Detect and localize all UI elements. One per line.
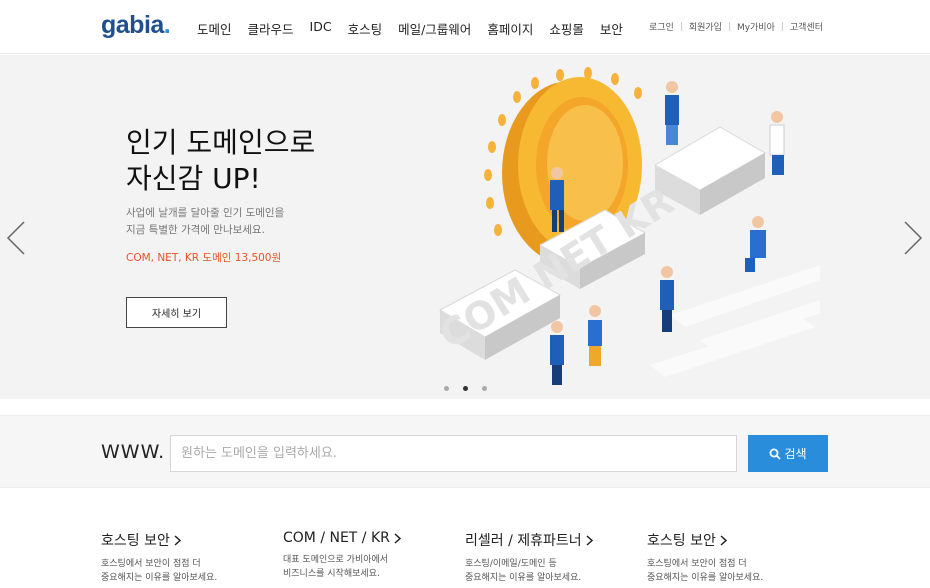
feature-card-desc-line: 중요해지는 이유를 알아보세요. — [647, 573, 764, 583]
my-gabia-link[interactable]: My가비아 — [737, 20, 775, 33]
next-slide-arrow-icon[interactable] — [902, 220, 924, 256]
feature-card-desc-line: 호스팅에서 보안이 점점 더 — [101, 559, 201, 569]
chevron-right-icon — [394, 532, 401, 544]
utility-nav: 로그인 회원가입 My가비아 고객센터 — [649, 20, 823, 33]
feature-card-desc: 호스팅/이메일/도메인 등 중요해지는 이유를 알아보세요. — [465, 557, 593, 585]
feature-card-title-text: 호스팅 보안 — [647, 533, 716, 549]
nav-security[interactable]: 보안 — [600, 19, 623, 38]
feature-card[interactable]: 호스팅 보안 호스팅에서 보안이 점점 더 중요해지는 이유를 알아보세요. — [101, 530, 217, 585]
feature-card-title[interactable]: COM / NET / KR — [283, 530, 401, 546]
search-button[interactable]: 검색 — [748, 435, 828, 472]
feature-card-desc-line: 대표 도메인으로 가비아에서 — [283, 555, 389, 565]
feature-card[interactable]: COM / NET / KR 대표 도메인으로 가비아에서 비즈니스를 시작해보… — [283, 530, 401, 581]
hero-title-line: 자신감 UP! — [126, 162, 261, 195]
feature-card-desc-line: 중요해지는 이유를 알아보세요. — [465, 573, 582, 583]
chevron-right-icon — [720, 534, 727, 546]
domain-search-band: WWW. 검색 — [0, 415, 930, 488]
hero-promo-text: COM, NET, KR 도메인 13,500원 — [126, 252, 282, 264]
hero-banner: 인기 도메인으로 자신감 UP! 사업에 날개를 달아줄 인기 도메인을 지금 … — [0, 55, 930, 399]
util-divider — [680, 22, 682, 31]
feature-card-title-text: COM / NET / KR — [283, 530, 390, 546]
feature-card-title[interactable]: 호스팅 보안 — [101, 530, 217, 550]
feature-card-desc-line: 호스팅에서 보안이 점점 더 — [647, 559, 747, 569]
search-icon — [769, 448, 782, 460]
login-link[interactable]: 로그인 — [649, 20, 674, 33]
slide-indicators — [444, 386, 487, 391]
search-button-label: 검색 — [784, 447, 807, 461]
nav-hosting[interactable]: 호스팅 — [348, 19, 383, 38]
domain-illustration: COM NET KR — [431, 67, 820, 385]
main-nav: 도메인 클라우드 IDC 호스팅 메일/그룹웨어 홈페이지 쇼핑몰 보안 — [197, 19, 639, 38]
gabia-logo[interactable]: gabia. — [101, 11, 171, 40]
chevron-right-icon — [174, 534, 181, 546]
hero-desc-line: 사업에 날개를 달아줄 인기 도메인을 — [126, 207, 285, 219]
feature-card-title[interactable]: 리셀러 / 제휴파트너 — [465, 530, 593, 550]
feature-card-desc: 호스팅에서 보안이 점점 더 중요해지는 이유를 알아보세요. — [647, 557, 763, 585]
domain-search-input[interactable] — [170, 435, 737, 472]
util-divider — [781, 22, 783, 31]
hero-description: 사업에 날개를 달아줄 인기 도메인을 지금 특별한 가격에 만나보세요. — [126, 205, 284, 239]
feature-card-title[interactable]: 호스팅 보안 — [647, 530, 763, 550]
slide-indicator-1[interactable] — [444, 386, 449, 391]
chevron-right-icon — [586, 534, 593, 546]
nav-domain[interactable]: 도메인 — [197, 19, 232, 38]
nav-shoppingmall[interactable]: 쇼핑몰 — [549, 19, 584, 38]
hero-title: 인기 도메인으로 자신감 UP! — [126, 125, 315, 197]
nav-idc[interactable]: IDC — [310, 19, 332, 38]
slide-indicator-2[interactable] — [463, 386, 468, 391]
nav-cloud[interactable]: 클라우드 — [248, 19, 294, 38]
feature-card-desc: 호스팅에서 보안이 점점 더 중요해지는 이유를 알아보세요. — [101, 557, 217, 585]
customer-center-link[interactable]: 고객센터 — [790, 20, 823, 33]
feature-card-desc-line: 비즈니스를 시작해보세요. — [283, 569, 380, 579]
feature-card-title-text: 호스팅 보안 — [101, 533, 170, 549]
signup-link[interactable]: 회원가입 — [689, 20, 722, 33]
nav-mail-groupware[interactable]: 메일/그룹웨어 — [398, 19, 471, 38]
util-divider — [728, 22, 730, 31]
feature-card-title-text: 리셀러 / 제휴파트너 — [465, 533, 582, 549]
nav-homepage[interactable]: 홈페이지 — [487, 19, 533, 38]
feature-card-desc: 대표 도메인으로 가비아에서 비즈니스를 시작해보세요. — [283, 553, 401, 581]
feature-card-desc-line: 중요해지는 이유를 알아보세요. — [101, 573, 218, 583]
feature-links: 호스팅 보안 호스팅에서 보안이 점점 더 중요해지는 이유를 알아보세요. C… — [0, 530, 930, 588]
prev-slide-arrow-icon[interactable] — [5, 220, 27, 256]
site-header: gabia. 도메인 클라우드 IDC 호스팅 메일/그룹웨어 홈페이지 쇼핑몰… — [0, 0, 930, 54]
feature-card[interactable]: 리셀러 / 제휴파트너 호스팅/이메일/도메인 등 중요해지는 이유를 알아보세… — [465, 530, 593, 585]
feature-card-desc-line: 호스팅/이메일/도메인 등 — [465, 559, 557, 569]
hero-title-line: 인기 도메인으로 — [126, 126, 316, 159]
slide-indicator-3[interactable] — [482, 386, 487, 391]
hero-desc-line: 지금 특별한 가격에 만나보세요. — [126, 224, 265, 236]
view-details-button[interactable]: 자세히 보기 — [126, 297, 227, 328]
www-prefix-label: WWW. — [101, 441, 166, 463]
feature-card[interactable]: 호스팅 보안 호스팅에서 보안이 점점 더 중요해지는 이유를 알아보세요. — [647, 530, 763, 585]
